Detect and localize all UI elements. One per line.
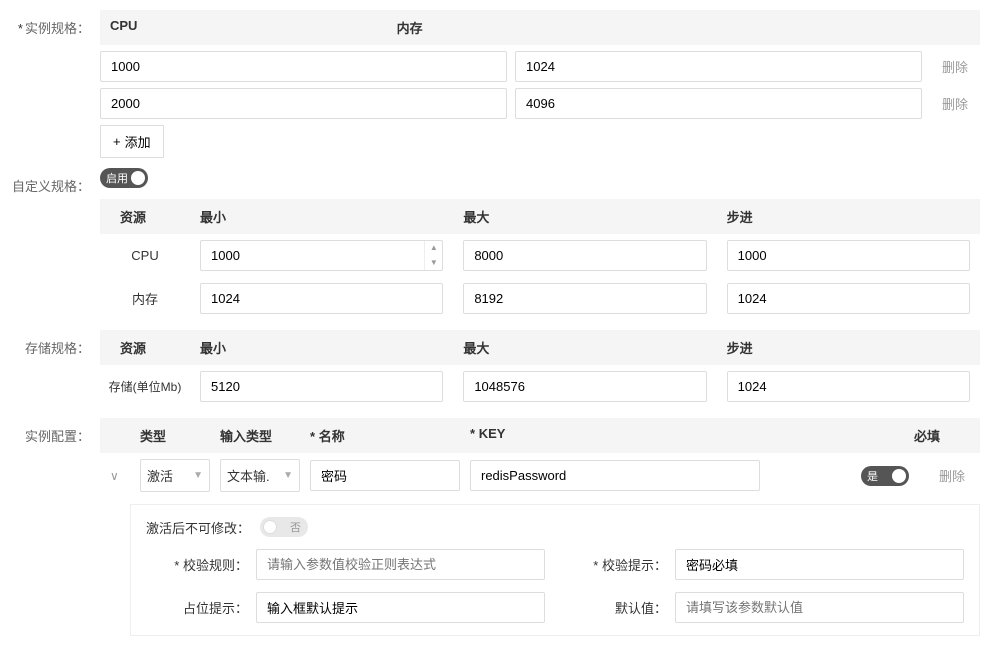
validation-rule-label: * 校验规则： (146, 555, 256, 574)
cpu-input[interactable] (100, 88, 507, 119)
config-sub-panel: 激活后不可修改： 否 * 校验规则： * 校验提示： (130, 504, 980, 636)
validation-rule-input[interactable] (256, 549, 545, 580)
max-input[interactable] (463, 240, 706, 271)
instance-spec-row: 删除 (100, 51, 980, 82)
step-input[interactable] (727, 240, 970, 271)
resource-label: 内存 (100, 289, 190, 308)
instance-spec-row: 删除 (100, 88, 980, 119)
validation-tip-label: * 校验提示： (565, 555, 675, 574)
max-input[interactable] (463, 371, 706, 402)
caret-down-icon: ▼ (283, 470, 293, 481)
min-input[interactable] (200, 283, 443, 314)
instance-spec-label: *实例规格： (10, 10, 100, 37)
instance-spec-header: CPU 内存 (100, 10, 980, 45)
type-select[interactable]: 激活▼ (140, 459, 210, 492)
storage-spec-label: 存储规格： (10, 330, 100, 357)
number-stepper[interactable]: ▲▼ (424, 241, 442, 270)
delete-link[interactable]: 删除 (930, 57, 980, 76)
header-memory: 内存 (397, 18, 684, 37)
header-cpu: CPU (110, 18, 397, 37)
chevron-down-icon[interactable]: ▼ (425, 256, 442, 271)
memory-input[interactable] (515, 88, 922, 119)
min-input[interactable] (200, 240, 443, 271)
resource-label: CPU (100, 248, 190, 263)
add-button[interactable]: +添加 (100, 125, 164, 158)
resource-label: 存储(单位Mb) (100, 378, 190, 395)
custom-spec-row: 内存 (100, 277, 980, 320)
required-toggle[interactable]: 是 (861, 466, 909, 486)
expand-icon[interactable]: ∨ (110, 469, 119, 483)
delete-link[interactable]: 删除 (930, 94, 980, 113)
no-modify-toggle[interactable]: 否 (260, 517, 308, 537)
instance-config-header: 类型 输入类型 * 名称 * KEY 必填 (100, 418, 980, 453)
storage-spec-header: 资源 最小 最大 步进 (100, 330, 980, 365)
step-input[interactable] (727, 371, 970, 402)
max-input[interactable] (463, 283, 706, 314)
instance-config-row: ∨ 激活▼ 文本输.▼ 是 删除 (100, 453, 980, 498)
no-modify-label: 激活后不可修改： (146, 518, 250, 537)
instance-config-label: 实例配置： (10, 418, 100, 445)
caret-down-icon: ▼ (193, 470, 203, 481)
custom-spec-header: 资源 最小 最大 步进 (100, 199, 980, 234)
custom-spec-toggle[interactable]: 启用 (100, 168, 148, 188)
validation-tip-input[interactable] (675, 549, 964, 580)
custom-spec-row: CPU ▲▼ (100, 234, 980, 277)
input-type-select[interactable]: 文本输.▼ (220, 459, 300, 492)
step-input[interactable] (727, 283, 970, 314)
storage-spec-row: 存储(单位Mb) (100, 365, 980, 408)
chevron-up-icon[interactable]: ▲ (425, 241, 442, 256)
min-input[interactable] (200, 371, 443, 402)
placeholder-input[interactable] (256, 592, 545, 623)
memory-input[interactable] (515, 51, 922, 82)
default-value-input[interactable] (675, 592, 964, 623)
name-input[interactable] (310, 460, 460, 491)
delete-link[interactable]: 删除 (939, 466, 965, 485)
cpu-input[interactable] (100, 51, 507, 82)
custom-spec-label: 自定义规格： (10, 168, 100, 195)
key-input[interactable] (470, 460, 760, 491)
plus-icon: + (113, 134, 121, 149)
